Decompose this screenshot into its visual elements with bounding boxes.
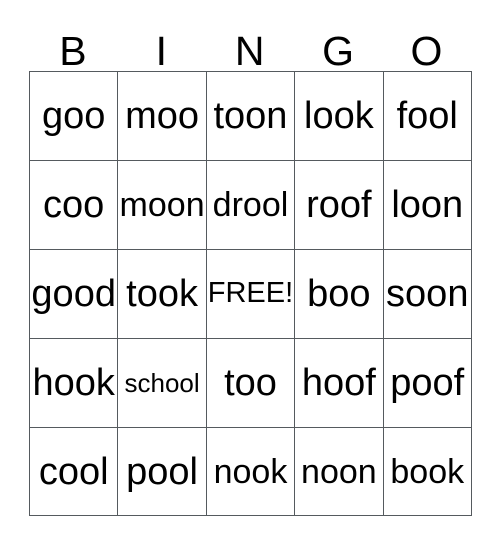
bingo-grid: goo moo toon look fool coo moon drool ro… <box>29 71 472 517</box>
bingo-cell[interactable]: goo <box>30 72 119 161</box>
bingo-cell[interactable]: loon <box>383 160 472 250</box>
bingo-header-letter-b: B <box>29 18 117 75</box>
bingo-cell-label: poof <box>390 361 465 404</box>
bingo-cell[interactable]: good <box>30 249 119 339</box>
header-letter-text: I <box>155 28 168 75</box>
bingo-header-letter-i: I <box>117 18 205 75</box>
bingo-cell-label: soon <box>386 272 469 315</box>
header-letter-text: G <box>322 28 355 75</box>
bingo-cell-label: nook <box>213 452 288 491</box>
bingo-cell[interactable]: nook <box>206 427 296 517</box>
bingo-cell[interactable]: hook <box>30 338 119 428</box>
bingo-cell[interactable]: cool <box>30 427 119 517</box>
bingo-cell-label: pool <box>126 450 198 493</box>
bingo-cell-label: look <box>304 94 374 137</box>
bingo-cell-label: coo <box>43 183 105 226</box>
bingo-cell-label: drool <box>212 185 289 224</box>
bingo-cell-label: goo <box>41 94 106 137</box>
bingo-cell-label: boo <box>307 272 371 315</box>
bingo-cell-label: noon <box>301 452 377 491</box>
bingo-cell-free-space[interactable]: FREE! <box>206 249 296 339</box>
bingo-cell[interactable]: pool <box>118 427 207 517</box>
bingo-header-letter-n: N <box>206 18 294 75</box>
header-letter-text: O <box>410 28 443 75</box>
bingo-cell[interactable]: took <box>118 249 207 339</box>
bingo-cell-label: too <box>224 361 277 404</box>
bingo-row: cool pool nook noon book <box>30 427 472 517</box>
header-letter-text: B <box>59 28 88 75</box>
bingo-cell[interactable]: too <box>206 338 296 428</box>
bingo-cell-label: FREE! <box>207 277 294 310</box>
bingo-cell-label: roof <box>306 183 372 226</box>
bingo-cell-label: moon <box>119 185 205 224</box>
bingo-cell-label: good <box>31 272 116 315</box>
header-letter-text: N <box>234 28 266 75</box>
bingo-cell[interactable]: coo <box>30 160 119 250</box>
bingo-cell-label: hook <box>32 361 115 404</box>
bingo-header-letter-o: O <box>383 18 471 75</box>
bingo-cell[interactable]: hoof <box>295 338 384 428</box>
bingo-cell-label: took <box>126 272 198 315</box>
bingo-row: hook school too hoof poof <box>30 338 472 428</box>
bingo-cell[interactable]: toon <box>206 72 296 161</box>
bingo-cell-label: fool <box>396 94 458 137</box>
bingo-cell[interactable]: poof <box>383 338 472 428</box>
bingo-cell[interactable]: moon <box>118 160 207 250</box>
bingo-cell[interactable]: school <box>118 338 207 428</box>
bingo-header-letter-g: G <box>294 18 382 75</box>
bingo-cell[interactable]: noon <box>295 427 384 517</box>
bingo-cell[interactable]: soon <box>383 249 472 339</box>
bingo-cell[interactable]: drool <box>206 160 296 250</box>
bingo-cell[interactable]: roof <box>295 160 384 250</box>
bingo-cell-label: hoof <box>301 361 376 404</box>
bingo-cell[interactable]: look <box>295 72 384 161</box>
bingo-card: B I N G O goo moo toon look fool coo moo… <box>29 18 472 517</box>
bingo-cell-label: loon <box>391 183 464 226</box>
bingo-cell-label: cool <box>38 450 109 493</box>
bingo-cell[interactable]: boo <box>295 249 384 339</box>
bingo-header-row: B I N G O <box>29 18 471 75</box>
bingo-cell-label: book <box>390 452 465 491</box>
bingo-cell[interactable]: moo <box>118 72 207 161</box>
bingo-cell[interactable]: book <box>383 427 472 517</box>
bingo-cell-label: moo <box>125 94 200 137</box>
bingo-row: goo moo toon look fool <box>30 72 472 161</box>
bingo-cell[interactable]: fool <box>383 72 472 161</box>
bingo-cell-label: toon <box>213 94 288 137</box>
bingo-row: coo moon drool roof loon <box>30 160 472 250</box>
bingo-cell-label: school <box>124 367 200 398</box>
bingo-row: good took FREE! boo soon <box>30 249 472 339</box>
